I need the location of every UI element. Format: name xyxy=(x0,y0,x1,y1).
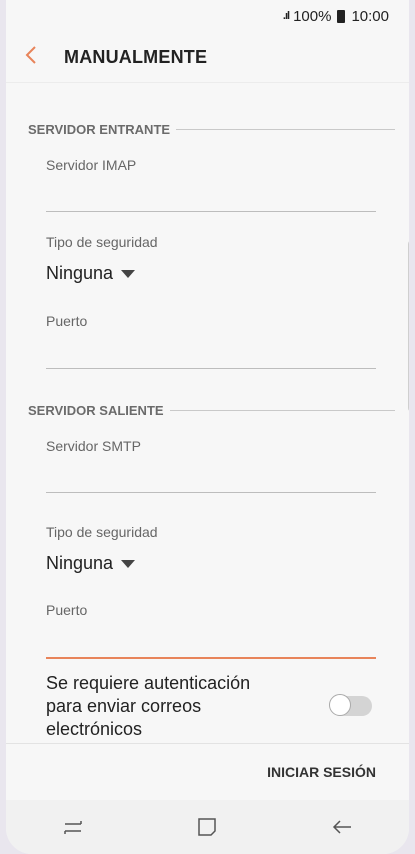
clock: 10:00 xyxy=(351,7,389,25)
smtp-server-label: Servidor SMTP xyxy=(46,438,141,454)
section-title: SERVIDOR ENTRANTE xyxy=(28,122,171,137)
outgoing-section-header: SERVIDOR SALIENTE xyxy=(28,403,395,418)
recent-apps-button[interactable] xyxy=(53,812,93,842)
outgoing-port-input[interactable] xyxy=(46,657,376,659)
status-bar: .ıl 100% 10:00 xyxy=(6,0,409,32)
incoming-security-label: Tipo de seguridad xyxy=(46,234,158,250)
imap-server-input[interactable] xyxy=(46,211,376,212)
page-title: MANUALMENTE xyxy=(64,46,208,67)
outgoing-security-value: Ninguna xyxy=(46,553,114,573)
divider xyxy=(176,129,395,130)
signal-icon: .ıl xyxy=(282,10,290,22)
section-title: SERVIDOR SALIENTE xyxy=(28,403,164,418)
screen: .ıl 100% 10:00 MANUALMENTE SERVIDOR ENTR… xyxy=(6,0,409,854)
auth-required-label: Se requiere autenticación para enviar co… xyxy=(46,673,251,739)
recent-apps-icon xyxy=(64,821,82,834)
outgoing-port-label: Puerto xyxy=(46,602,88,618)
outgoing-security-label: Tipo de seguridad xyxy=(46,524,158,540)
imap-server-label: Servidor IMAP xyxy=(46,157,137,173)
battery-icon xyxy=(337,9,346,23)
home-icon xyxy=(198,818,217,836)
divider xyxy=(169,410,395,411)
incoming-security-dropdown[interactable]: Ninguna xyxy=(46,263,136,284)
back-arrow-icon[interactable] xyxy=(24,42,46,73)
toggle-knob xyxy=(329,694,351,716)
incoming-port-label: Puerto xyxy=(46,313,88,329)
battery-percent: 100% xyxy=(293,7,332,25)
back-nav-icon xyxy=(332,820,351,834)
system-nav-bar xyxy=(6,800,409,854)
incoming-port-input[interactable] xyxy=(46,368,376,369)
incoming-section-header: SERVIDOR ENTRANTE xyxy=(28,122,395,137)
footer-bar: INICIAR SESIÓN xyxy=(6,743,409,801)
smtp-server-input[interactable] xyxy=(46,492,376,493)
edge-panel-handle[interactable] xyxy=(408,240,409,412)
dropdown-arrow-icon xyxy=(121,269,136,278)
incoming-security-value: Ninguna xyxy=(46,263,114,283)
dropdown-arrow-icon xyxy=(121,559,136,568)
app-header: MANUALMENTE xyxy=(6,32,409,83)
home-button[interactable] xyxy=(187,812,227,842)
auth-required-toggle[interactable] xyxy=(329,694,372,716)
sign-in-button[interactable]: INICIAR SESIÓN xyxy=(267,764,376,780)
back-button[interactable] xyxy=(322,812,362,842)
outgoing-security-dropdown[interactable]: Ninguna xyxy=(46,553,136,574)
